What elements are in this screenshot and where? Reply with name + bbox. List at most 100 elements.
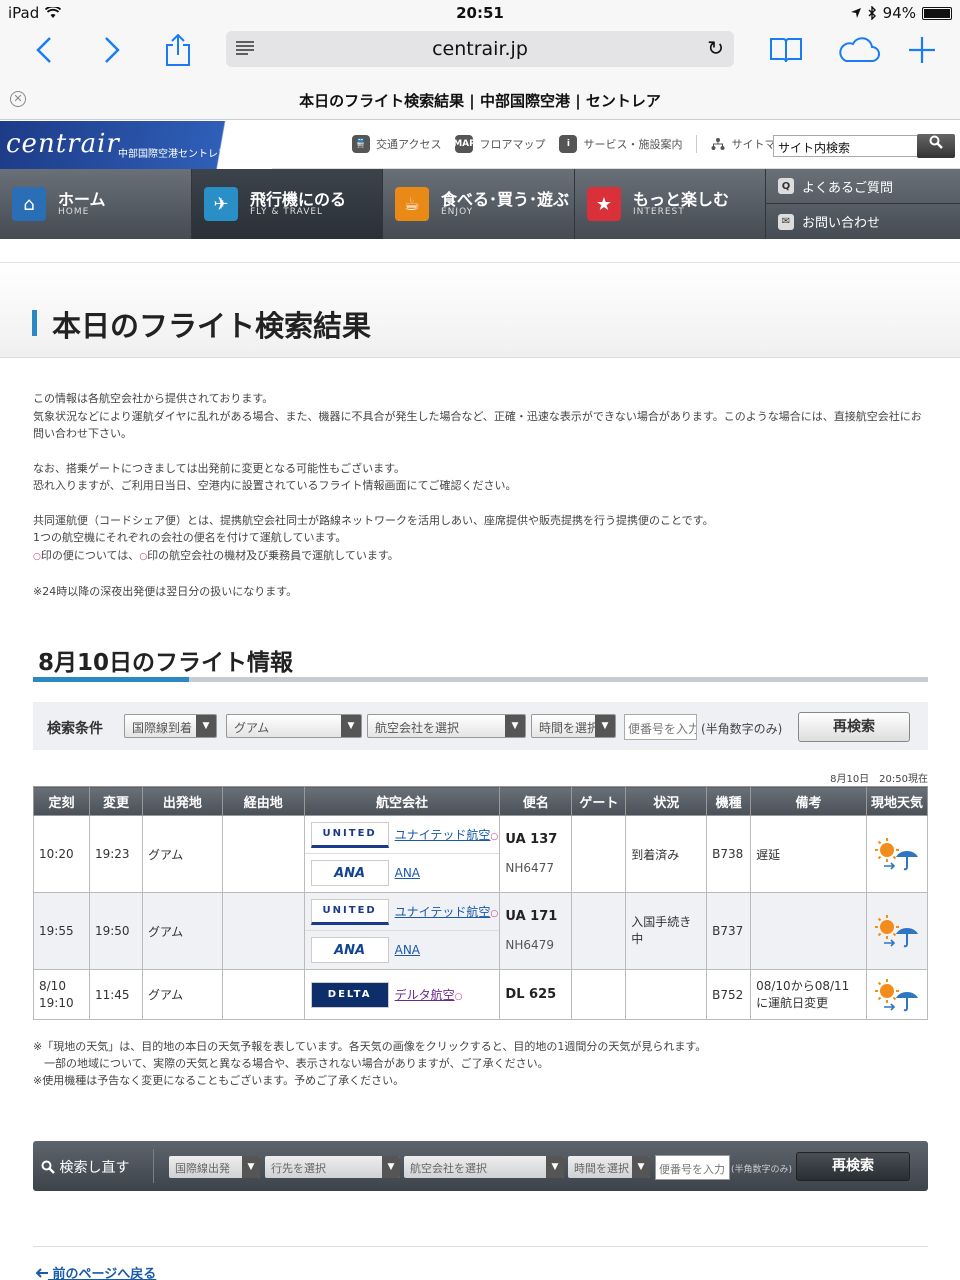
nav-interest[interactable]: ★ もっと楽しむ INTEREST xyxy=(575,169,766,239)
footnote-line: ※「現地の天気」は、目的地の本日の天気予報を表しています。各天気の画像をクリック… xyxy=(33,1040,707,1053)
flight-type-select[interactable]: 国際線到着 ▼ xyxy=(124,714,217,738)
scheduled-time: 19:10 xyxy=(39,995,74,1010)
airplane-icon: ✈ xyxy=(204,187,238,221)
cell-remarks: 08/10から08/11に運航日変更 xyxy=(750,969,867,1020)
site-logo[interactable]: centrair xyxy=(6,129,120,159)
airline-entry: DELTA デルタ航空○ xyxy=(305,971,500,1019)
airline-select[interactable]: 航空会社を選択 ▼ xyxy=(404,1156,564,1178)
cell-flight: UA 137 NH6477 xyxy=(499,815,573,893)
nav-home[interactable]: ⌂ ホーム HOME xyxy=(0,169,192,239)
table-row: 19:55 19:50 グアム UNITED ユナイテッド航空○ ANA ANA… xyxy=(33,892,929,970)
nav-mini-label: お問い合わせ xyxy=(802,216,881,231)
nav-fly-travel[interactable]: ✈ 飛行機にのる FLY & TRAVEL xyxy=(192,169,383,239)
share-button[interactable] xyxy=(158,32,198,68)
codeshare-flight-number: NH6479 xyxy=(505,938,554,952)
research-button[interactable]: 再検索 xyxy=(796,1152,910,1181)
airline-link[interactable]: ユナイテッド航空 xyxy=(395,905,491,919)
address-bar[interactable]: centrair.jp ↻ xyxy=(226,31,734,67)
time-select[interactable]: 時間を選択 ▼ xyxy=(568,1156,650,1178)
codeshare-mark-icon: ○ xyxy=(139,551,148,562)
sitemap-icon xyxy=(711,138,725,150)
cell-scheduled: 8/10 19:10 xyxy=(33,969,90,1020)
cell-changed: 19:23 xyxy=(88,815,143,893)
nav-faq[interactable]: Q よくあるご質問 xyxy=(766,169,960,204)
time-select[interactable]: 時間を選択 ▼ xyxy=(531,714,616,738)
site-search-button[interactable] xyxy=(917,134,955,158)
train-icon: 🚆 xyxy=(352,135,370,153)
airline-link[interactable]: ANA xyxy=(395,866,420,880)
icloud-tabs-button[interactable] xyxy=(834,32,882,68)
intro-line: なお、搭乗ゲートにつきましては出発前に変更となる可能性もございます。 xyxy=(33,461,406,475)
airline-select[interactable]: 航空会社を選択 ▼ xyxy=(367,714,526,738)
weather-link[interactable] xyxy=(872,837,922,871)
status-bar: iPad 20:51 94% xyxy=(0,0,960,26)
section-title: 8月10日のフライト情報 xyxy=(38,650,294,676)
airline-entry: ANA ANA xyxy=(305,854,500,892)
weather-link[interactable] xyxy=(872,978,922,1012)
cell-via xyxy=(221,815,305,893)
airline-link[interactable]: ANA xyxy=(395,943,420,957)
plus-icon xyxy=(909,37,935,63)
new-tab-button[interactable] xyxy=(902,32,942,68)
cell-status: 入国手続き中 xyxy=(625,892,708,970)
site-header: centrair 中部国際空港セントレア 🚆 交通アクセス MAP フロアマップ… xyxy=(0,121,960,169)
battery-icon xyxy=(922,6,952,20)
col-origin: 出発地 xyxy=(141,786,223,816)
tab-title[interactable]: 本日のフライト検索結果 | 中部国際空港 | セントレア xyxy=(0,90,960,111)
cell-remarks xyxy=(750,892,867,970)
airline-link[interactable]: ユナイテッド航空 xyxy=(395,828,491,842)
battery-percent: 94% xyxy=(882,4,916,22)
weather-link[interactable] xyxy=(872,914,922,948)
airline-entry: UNITED ユナイテッド航空○ xyxy=(304,816,500,854)
header-links: 🚆 交通アクセス MAP フロアマップ i サービス・施設案内 サイトマップ xyxy=(352,135,797,153)
cell-aircraft: B752 xyxy=(706,969,752,1020)
cell-scheduled: 10:20 xyxy=(33,815,90,893)
col-via: 経由地 xyxy=(221,786,305,816)
cell-flight: UA 171 NH6479 xyxy=(499,892,573,970)
cell-flight: DL 625 xyxy=(499,969,573,1020)
header-link-access[interactable]: 🚆 交通アクセス xyxy=(352,135,441,153)
header-link-services[interactable]: i サービス・施設案内 xyxy=(559,135,682,153)
nav-mini-label: よくあるご質問 xyxy=(802,180,894,196)
cell-remarks: 遅延 xyxy=(750,815,867,893)
destination-select[interactable]: 行先を選択 ▼ xyxy=(265,1156,400,1178)
select-value: 航空会社を選択 xyxy=(375,721,460,735)
site-search-input[interactable]: サイト内検索 xyxy=(773,135,918,157)
select-value: 時間を選択 xyxy=(539,721,600,735)
cell-aircraft: B738 xyxy=(706,815,752,893)
divider xyxy=(153,1149,154,1183)
research-button[interactable]: 再検索 xyxy=(798,712,910,742)
sunny-rain-icon xyxy=(874,838,918,871)
nav-sublabel: HOME xyxy=(58,207,90,217)
forward-button[interactable] xyxy=(92,32,132,68)
cell-changed: 19:50 xyxy=(88,892,143,970)
back-page-link[interactable]: 前のページへ戻る xyxy=(35,1263,156,1280)
select-value: 国際線出発 xyxy=(175,1162,230,1175)
header-link-floormap[interactable]: MAP フロアマップ xyxy=(453,135,545,153)
flight-number-input[interactable]: 便番号を入力 xyxy=(655,1155,730,1180)
airline-entry: UNITED ユナイテッド航空○ xyxy=(304,893,500,931)
origin-select[interactable]: グアム ▼ xyxy=(226,714,362,738)
dropdown-arrow-icon: ▼ xyxy=(382,1156,400,1178)
airline-entry: ANA ANA xyxy=(305,931,500,969)
input-hint: (半角数字のみ) xyxy=(731,1165,793,1175)
dropdown-arrow-icon: ▼ xyxy=(242,1156,260,1178)
flight-type-select[interactable]: 国際線出発 ▼ xyxy=(169,1156,260,1178)
intro-fragment: 印の便については、 xyxy=(40,548,140,562)
reload-icon[interactable]: ↻ xyxy=(707,36,724,60)
intro-line: ※24時以降の深夜出発便は翌日分の扱いになります。 xyxy=(33,585,298,598)
nav-contact[interactable]: ✉ お問い合わせ xyxy=(766,204,960,239)
nav-enjoy[interactable]: ☕ 食べる･買う･遊ぶ ENJOY xyxy=(383,169,575,239)
back-button[interactable] xyxy=(24,32,64,68)
bookmarks-button[interactable] xyxy=(766,32,806,68)
cell-gate xyxy=(571,969,627,1020)
airline-link[interactable]: デルタ航空 xyxy=(395,988,455,1002)
map-icon: MAP xyxy=(453,135,476,153)
cell-aircraft: B737 xyxy=(706,892,752,970)
flight-number-input[interactable]: 便番号を入力 xyxy=(624,714,697,740)
sunny-rain-icon xyxy=(874,915,918,948)
dropdown-arrow-icon: ▼ xyxy=(196,715,216,737)
select-value: グアム xyxy=(234,721,270,735)
intro-line: 1つの航空機にそれぞれの会社の便名を付けて運航しています。 xyxy=(33,531,347,544)
tab-bar: ✕ 本日のフライト検索結果 | 中部国際空港 | セントレア xyxy=(0,74,960,120)
